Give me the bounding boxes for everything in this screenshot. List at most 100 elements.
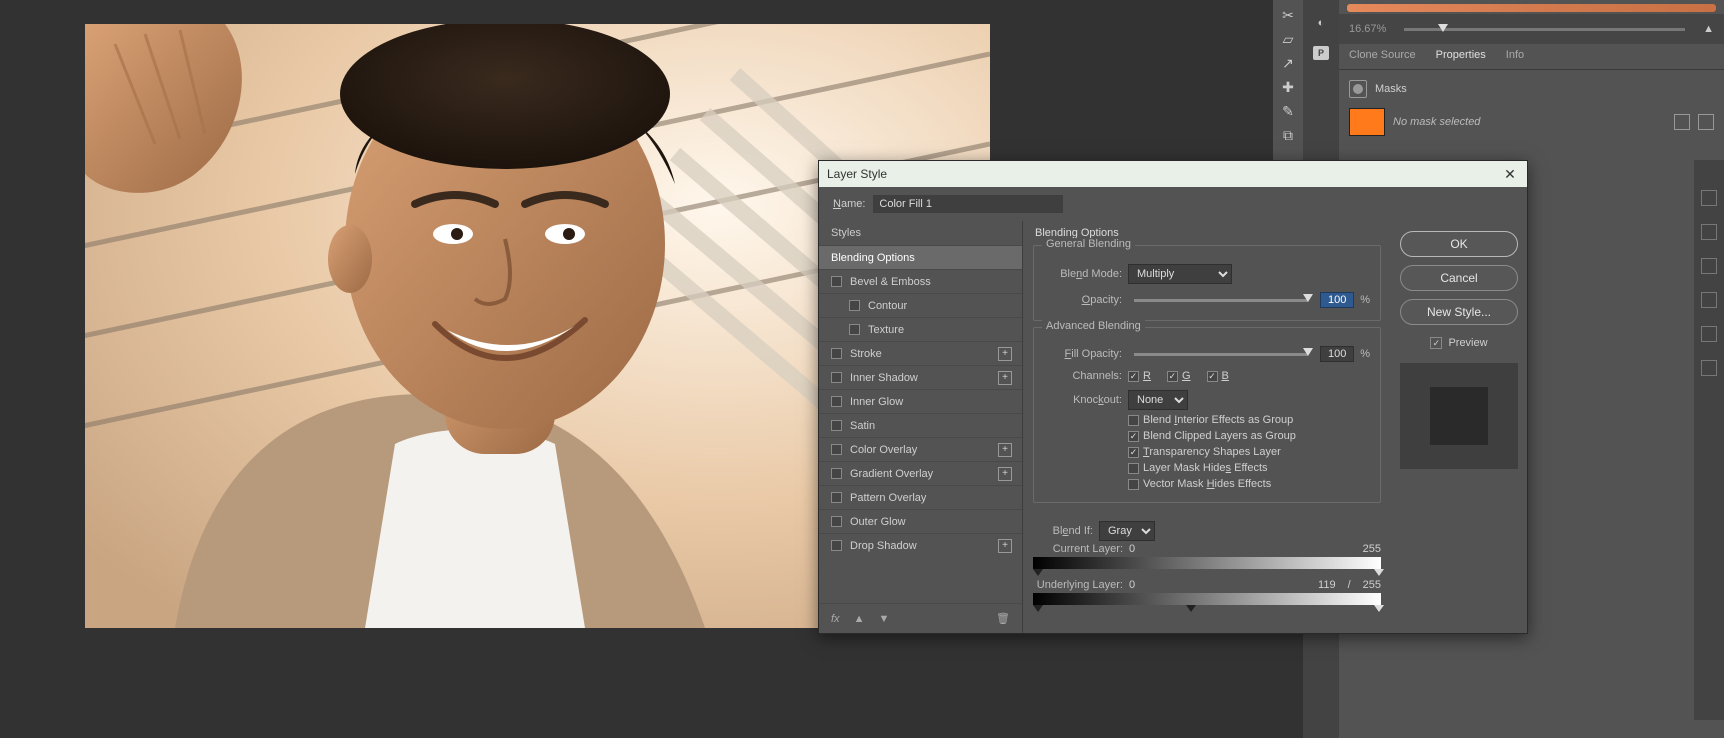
style-inner-shadow[interactable]: Inner Shadow+	[819, 365, 1022, 389]
channel-r[interactable]: R	[1128, 370, 1151, 382]
buttons-column: OK Cancel New Style... ✓Preview	[1391, 221, 1527, 633]
fill-opacity-slider[interactable]	[1134, 353, 1308, 356]
ok-button[interactable]: OK	[1400, 231, 1518, 257]
masks-label: Masks	[1375, 83, 1407, 95]
healing-brush-icon[interactable]: ✚	[1279, 78, 1297, 96]
panel-tabs: Clone Source Properties Info	[1339, 44, 1724, 70]
style-pattern-overlay[interactable]: Pattern Overlay	[819, 485, 1022, 509]
fx-label[interactable]: fx	[831, 613, 840, 625]
underlying-label: Underlying Layer:	[1033, 579, 1123, 591]
dialog-title: Layer Style	[827, 167, 887, 181]
add-gradient-overlay-icon[interactable]: +	[998, 467, 1012, 481]
general-blending-label: General Blending	[1042, 238, 1135, 250]
trash-icon[interactable]: 🗑	[996, 612, 1010, 625]
chk-transparency[interactable]: Transparency Shapes Layer	[1128, 446, 1281, 458]
style-stroke[interactable]: Stroke+	[819, 341, 1022, 365]
blend-mode-label: Blend Mode:	[1044, 268, 1122, 280]
chk-vector-mask[interactable]: Vector Mask Hides Effects	[1128, 478, 1271, 490]
rail-icon-5[interactable]	[1701, 326, 1717, 342]
blend-mode-select[interactable]: Multiply	[1128, 264, 1232, 284]
knockout-label: Knockout:	[1044, 394, 1122, 406]
new-style-button[interactable]: New Style...	[1400, 299, 1518, 325]
zoom-value: 16.67%	[1349, 23, 1386, 35]
styles-column: Styles Blending Options Bevel & Emboss C…	[819, 221, 1023, 633]
fill-swatch[interactable]	[1349, 108, 1385, 136]
chk-clipped[interactable]: Blend Clipped Layers as Group	[1128, 430, 1296, 442]
this-layer-gradient[interactable]	[1033, 557, 1381, 569]
options-title: Blending Options	[1023, 221, 1391, 239]
styles-footer: fx ▲ ▼ 🗑	[819, 603, 1022, 633]
dialog-titlebar[interactable]: Layer Style ✕	[819, 161, 1527, 187]
navigator-thumbnail[interactable]	[1347, 4, 1716, 12]
properties-body: Masks No mask selected	[1339, 70, 1724, 156]
perspective-crop-icon[interactable]: ▱	[1279, 30, 1297, 48]
fill-opacity-label: Fill Opacity:	[1044, 348, 1122, 360]
adjustments-icon[interactable]: ◐	[1312, 14, 1330, 32]
name-input[interactable]	[873, 195, 1063, 213]
this-layer-label: Current Layer:	[1033, 543, 1123, 555]
opacity-value[interactable]	[1320, 292, 1354, 308]
tools-strip: ✂ ▱ ↗ ✚ ✎ ⧉	[1273, 0, 1303, 160]
style-satin[interactable]: Satin	[819, 413, 1022, 437]
options-column: Blending Options General Blending Blend …	[1023, 221, 1391, 633]
mask-icon	[1349, 80, 1367, 98]
style-drop-shadow[interactable]: Drop Shadow+	[819, 533, 1022, 557]
cancel-button[interactable]: Cancel	[1400, 265, 1518, 291]
channel-g[interactable]: G	[1167, 370, 1191, 382]
blendif-label: Blend If:	[1033, 525, 1093, 537]
zoom-slider[interactable]	[1404, 28, 1685, 31]
channel-b[interactable]: B	[1207, 370, 1229, 382]
channels-label: Channels:	[1044, 370, 1122, 382]
name-label: Name:	[833, 198, 865, 210]
zoom-in-icon[interactable]: ▲	[1703, 23, 1714, 35]
add-color-overlay-icon[interactable]: +	[998, 443, 1012, 457]
style-color-overlay[interactable]: Color Overlay+	[819, 437, 1022, 461]
paragraph-icon[interactable]: P	[1312, 44, 1330, 62]
blendif-section: Blend If: Gray Current Layer: 0 255 Unde…	[1033, 513, 1381, 605]
eyedropper-icon[interactable]: ↗	[1279, 54, 1297, 72]
preview-box	[1400, 363, 1518, 469]
styles-header: Styles	[819, 221, 1022, 245]
rail-icon-6[interactable]	[1701, 360, 1717, 376]
advanced-blending-label: Advanced Blending	[1042, 320, 1145, 332]
general-blending-group: General Blending Blend Mode: Multiply Op…	[1033, 245, 1381, 321]
rail-icon-1[interactable]	[1701, 190, 1717, 206]
fill-opacity-value[interactable]	[1320, 346, 1354, 362]
layer-style-dialog: Layer Style ✕ Name: Styles Blending Opti…	[818, 160, 1528, 634]
move-up-icon[interactable]: ▲	[854, 613, 865, 625]
style-texture[interactable]: Texture	[819, 317, 1022, 341]
chk-layer-mask[interactable]: Layer Mask Hides Effects	[1128, 462, 1268, 474]
brush-icon[interactable]: ✎	[1279, 102, 1297, 120]
style-gradient-overlay[interactable]: Gradient Overlay+	[819, 461, 1022, 485]
move-down-icon[interactable]: ▼	[878, 613, 889, 625]
opacity-slider[interactable]	[1134, 299, 1308, 302]
right-rail	[1694, 160, 1724, 720]
rail-icon-4[interactable]	[1701, 292, 1717, 308]
add-drop-shadow-icon[interactable]: +	[998, 539, 1012, 553]
style-contour[interactable]: Contour	[819, 293, 1022, 317]
name-row: Name:	[819, 187, 1527, 221]
tab-properties[interactable]: Properties	[1426, 44, 1496, 69]
add-inner-shadow-icon[interactable]: +	[998, 371, 1012, 385]
tab-clone-source[interactable]: Clone Source	[1339, 44, 1426, 69]
blendif-select[interactable]: Gray	[1099, 521, 1155, 541]
style-outer-glow[interactable]: Outer Glow	[819, 509, 1022, 533]
add-vector-mask-icon[interactable]	[1698, 114, 1714, 130]
style-bevel-emboss[interactable]: Bevel & Emboss	[819, 269, 1022, 293]
clone-stamp-icon[interactable]: ⧉	[1279, 126, 1297, 144]
style-blending-options[interactable]: Blending Options	[819, 245, 1022, 269]
style-inner-glow[interactable]: Inner Glow	[819, 389, 1022, 413]
advanced-blending-group: Advanced Blending Fill Opacity: % Channe…	[1033, 327, 1381, 503]
chk-interior[interactable]: Blend Interior Effects as Group	[1128, 414, 1293, 426]
close-icon[interactable]: ✕	[1501, 165, 1519, 183]
knockout-select[interactable]: None	[1128, 390, 1188, 410]
tab-info[interactable]: Info	[1496, 44, 1534, 69]
add-pixel-mask-icon[interactable]	[1674, 114, 1690, 130]
crop-tool-icon[interactable]: ✂	[1279, 6, 1297, 24]
preview-checkbox[interactable]: ✓Preview	[1430, 337, 1487, 349]
rail-icon-3[interactable]	[1701, 258, 1717, 274]
underlying-gradient[interactable]	[1033, 593, 1381, 605]
add-stroke-icon[interactable]: +	[998, 347, 1012, 361]
rail-icon-2[interactable]	[1701, 224, 1717, 240]
no-mask-text: No mask selected	[1393, 116, 1480, 128]
